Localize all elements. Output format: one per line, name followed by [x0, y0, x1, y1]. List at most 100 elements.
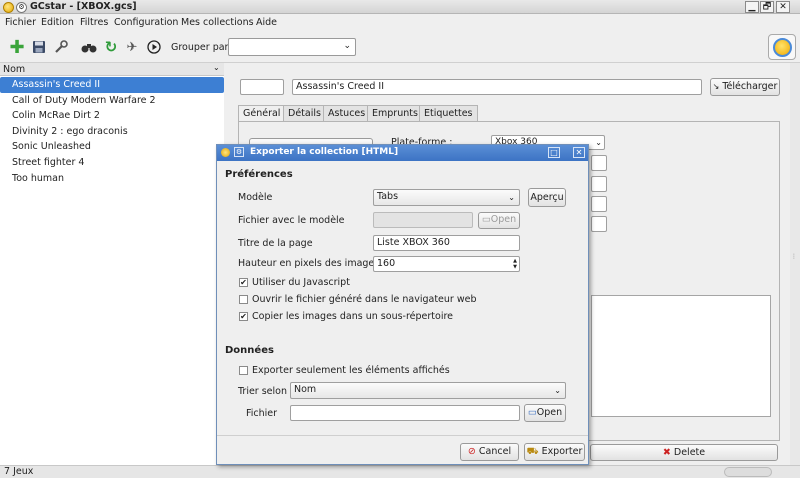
- user-avatar-button[interactable]: [768, 34, 796, 60]
- cancel-icon: ⊘: [467, 446, 476, 457]
- export-label: Exporter: [541, 446, 583, 457]
- scroll-grip-icon: ⋮: [791, 253, 797, 260]
- tab-astuces[interactable]: Astuces: [323, 105, 371, 121]
- export-dialog: ⚙ Exporter la collection [HTML] □ ✕ Préf…: [216, 144, 589, 465]
- tab-etiquettes[interactable]: Etiquettes: [419, 105, 478, 121]
- model-value: Tabs: [377, 191, 399, 202]
- open-folder-icon: ▭: [527, 407, 537, 418]
- group-by-select[interactable]: ⌄: [228, 38, 356, 56]
- field-box-4[interactable]: [591, 216, 607, 232]
- export-button[interactable]: ⛟ Exporter: [524, 443, 585, 461]
- menu-configuration[interactable]: Configuration: [114, 17, 178, 28]
- template-file-label: Fichier avec le modèle: [238, 215, 345, 226]
- field-box-3[interactable]: [591, 196, 607, 212]
- image-height-value: 160: [377, 258, 396, 269]
- add-icon[interactable]: ✚: [8, 37, 26, 58]
- delete-icon: ✖: [662, 447, 671, 458]
- close-button[interactable]: ✕: [776, 1, 790, 13]
- file-open-button[interactable]: ▭Open: [524, 404, 566, 422]
- file-field[interactable]: [290, 405, 520, 421]
- field-box-2[interactable]: [591, 176, 607, 192]
- page-title-label: Titre de la page: [238, 238, 313, 249]
- list-item[interactable]: Assassin's Creed II: [0, 77, 224, 93]
- dialog-title: Exporter la collection [HTML]: [250, 147, 399, 157]
- scrollbar[interactable]: ⋮: [790, 63, 800, 465]
- download-button[interactable]: ↘ Télécharger: [710, 78, 780, 96]
- cancel-button[interactable]: ⊘ Cancel: [460, 443, 519, 461]
- list-item[interactable]: Street fighter 4: [0, 155, 224, 171]
- checkbox-copy-images[interactable]: ✔: [239, 312, 248, 321]
- checkbox-javascript-label: Utiliser du Javascript: [252, 277, 350, 288]
- field-box-1[interactable]: [591, 155, 607, 171]
- chevron-down-icon: ⌄: [595, 138, 602, 147]
- refresh-icon[interactable]: ↻: [102, 38, 120, 56]
- spin-down-icon[interactable]: ▼: [512, 264, 518, 270]
- page-title-field[interactable]: Liste XBOX 360: [373, 235, 520, 251]
- window-title: GCstar - [XBOX.gcs]: [30, 1, 137, 12]
- checkbox-open-browser[interactable]: [239, 295, 248, 304]
- menu-mes-collections[interactable]: Mes collections: [181, 17, 254, 28]
- avatar: [773, 38, 792, 57]
- item-title-field[interactable]: Assassin's Creed II: [292, 79, 702, 95]
- checkbox-visible-only[interactable]: [239, 366, 248, 375]
- model-select[interactable]: Tabs ⌄: [373, 189, 520, 206]
- column-header-name: Nom: [3, 64, 26, 75]
- delete-button[interactable]: ✖ Delete: [590, 444, 778, 461]
- dialog-separator: [217, 435, 588, 436]
- window-menu-icon[interactable]: ⚙: [16, 2, 27, 13]
- toolbar: ✚ ↻ ✈ Grouper par ⌄: [0, 31, 800, 63]
- checkbox-javascript[interactable]: ✔: [239, 278, 248, 287]
- menu-aide[interactable]: Aide: [256, 17, 277, 28]
- preview-button[interactable]: Aperçu: [528, 188, 566, 207]
- menu-filtres[interactable]: Filtres: [80, 17, 108, 28]
- list-item[interactable]: Colin McRae Dirt 2: [0, 108, 224, 124]
- download-arrow-icon: ↘: [712, 82, 720, 91]
- app-logo-icon: [221, 148, 230, 157]
- tab-general[interactable]: Général: [238, 105, 286, 122]
- template-file-field[interactable]: [373, 212, 473, 228]
- list-column-header[interactable]: Nom ⌄: [0, 63, 224, 76]
- file-label: Fichier: [246, 408, 278, 419]
- cancel-label: Cancel: [478, 446, 512, 457]
- statusbar: 7 Jeux: [0, 465, 800, 478]
- item-id-field[interactable]: [240, 79, 284, 95]
- template-open-button[interactable]: ▭Open: [478, 212, 520, 229]
- progress-bar: [724, 467, 772, 477]
- binoculars-search-icon[interactable]: [80, 38, 98, 56]
- window-titlebar: ⚙ GCstar - [XBOX.gcs] ▁ 🗗 ✕: [0, 0, 800, 14]
- dialog-close-button[interactable]: ✕: [573, 147, 585, 158]
- sort-select[interactable]: Nom ⌄: [290, 382, 566, 399]
- chevron-down-icon: ⌄: [508, 193, 515, 202]
- list-item[interactable]: Divinity 2 : ego draconis: [0, 124, 224, 140]
- export-icon: ⛟: [526, 446, 539, 457]
- checkbox-open-browser-label: Ouvrir le fichier généré dans le navigat…: [252, 294, 477, 305]
- minimize-button[interactable]: ▁: [745, 1, 759, 13]
- dialog-menu-icon[interactable]: ⚙: [234, 147, 244, 157]
- sort-value: Nom: [294, 384, 317, 395]
- maximize-button[interactable]: 🗗: [760, 1, 774, 13]
- menu-edition[interactable]: Edition: [41, 17, 74, 28]
- image-height-spinner[interactable]: 160 ▲ ▼: [373, 256, 520, 272]
- plane-icon[interactable]: ✈: [123, 38, 141, 56]
- dialog-maximize-button[interactable]: □: [548, 147, 560, 158]
- play-icon[interactable]: [145, 38, 163, 56]
- tab-details[interactable]: Détails: [283, 105, 326, 121]
- sort-label: Trier selon: [238, 386, 287, 397]
- open-folder-icon: ▭: [481, 214, 491, 225]
- list-item[interactable]: Call of Duty Modern Warfare 2: [0, 93, 224, 109]
- tab-emprunts[interactable]: Emprunts: [367, 105, 423, 121]
- description-textarea[interactable]: [591, 295, 771, 417]
- menu-fichier[interactable]: Fichier: [5, 17, 36, 28]
- data-heading: Données: [225, 345, 274, 356]
- group-by-label: Grouper par: [171, 42, 229, 53]
- sort-chevron-icon: ⌄: [213, 63, 220, 72]
- delete-label: Delete: [673, 447, 706, 458]
- save-icon[interactable]: [30, 38, 48, 56]
- item-list: Assassin's Creed II Call of Duty Modern …: [0, 76, 224, 465]
- model-label: Modèle: [238, 192, 273, 203]
- checkbox-copy-images-label: Copier les images dans un sous-répertoir…: [252, 311, 454, 322]
- settings-wrench-icon[interactable]: [52, 38, 70, 56]
- file-open-label: Open: [536, 407, 563, 418]
- list-item[interactable]: Too human: [0, 171, 224, 187]
- list-item[interactable]: Sonic Unleashed: [0, 139, 224, 155]
